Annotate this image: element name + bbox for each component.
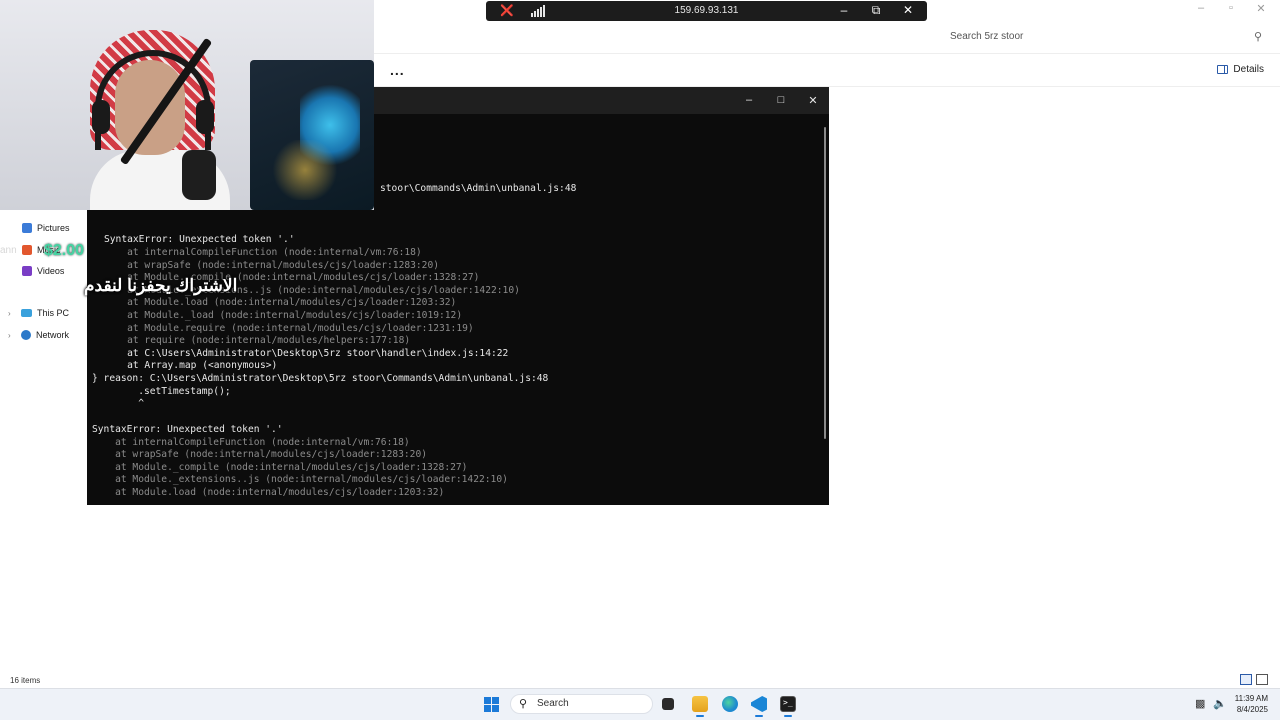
chevron-right-icon[interactable]: › [8, 309, 16, 318]
sidebar-item-label: Videos [37, 266, 65, 276]
terminal-line: at Module._extensions..js (node:internal… [92, 474, 508, 485]
chevron-right-icon[interactable]: › [8, 331, 16, 340]
sidebar-item-network[interactable]: › Network [8, 330, 69, 340]
this-pc-icon [21, 309, 32, 317]
donation-amount: $2.00 [44, 242, 85, 259]
item-count: 16 items [10, 676, 41, 685]
terminal-line: at internalCompileFunction (node:interna… [104, 247, 422, 258]
remote-window-controls: – ⧉ ✕ [837, 3, 915, 18]
details-label: Details [1233, 64, 1264, 75]
clock-time: 11:39 AM [1234, 694, 1268, 703]
overlay-faint-text: ann [0, 245, 17, 256]
remote-connection-bar: ❌ 159.69.93.131 – ⧉ ✕ [486, 1, 927, 21]
tiles-view-icon[interactable] [1256, 674, 1268, 685]
taskbar-clock[interactable]: 11:39 AM 8/4/2025 [1232, 693, 1268, 715]
network-status-icon[interactable]: ▩ [1195, 697, 1205, 710]
more-options-button[interactable]: ... [390, 62, 405, 78]
restore-icon[interactable]: ⧉ [869, 3, 883, 18]
close-icon[interactable]: ✕ [901, 3, 915, 18]
terminal-line: } reason: C:\Users\Administrator\Desktop… [92, 373, 549, 384]
network-icon [21, 330, 31, 340]
sidebar-item-pictures[interactable]: Pictures [22, 223, 70, 233]
sidebar-item-label: This PC [37, 308, 70, 318]
terminal-line: at Module._load (node:internal/modules/c… [104, 310, 463, 321]
start-button[interactable] [484, 697, 499, 712]
terminal-line: at Array.map (<anonymous>) [104, 360, 278, 371]
headset-earcup [196, 100, 214, 134]
terminal-window-controls: – □ ✕ [743, 94, 819, 107]
close-icon[interactable]: ✕ [1254, 2, 1268, 15]
sidebar-item-this-pc[interactable]: › This PC [8, 308, 69, 318]
maximize-icon[interactable]: □ [775, 94, 787, 107]
command-bar [374, 55, 1280, 87]
search-placeholder: Search 5rz stoor [950, 31, 1024, 42]
microphone-icon [182, 150, 216, 200]
terminal-line: at internalCompileFunction (node:interna… [92, 437, 410, 448]
view-switcher [1240, 674, 1268, 685]
terminal-line: SyntaxError: Unexpected token '.' [92, 424, 283, 435]
pictures-icon [22, 223, 32, 233]
edge-browser-icon[interactable] [722, 696, 738, 712]
explorer-window-controls: – ▫ ✕ [1194, 2, 1268, 15]
headset-earcup [92, 100, 110, 134]
music-icon [22, 245, 32, 255]
taskbar-search-label: Search [537, 698, 569, 709]
terminal-scrollbar[interactable] [824, 127, 826, 439]
webcam-overlay [0, 0, 374, 210]
details-view-icon[interactable] [1240, 674, 1252, 685]
terminal-line: at Module.load (node:internal/modules/cj… [92, 487, 445, 498]
taskbar-search[interactable]: ⚲ Search [510, 694, 653, 714]
sidebar-item-label: Network [36, 330, 70, 340]
active-app-indicator [696, 715, 704, 717]
search-icon: ⚲ [1253, 31, 1262, 43]
overlay-subscribe-text: الاشتراك يحفزنا لنقدم [84, 276, 238, 295]
terminal-line: stoor\Commands\Admin\unbanal.js:48 [380, 183, 577, 194]
close-icon[interactable]: ✕ [807, 94, 819, 107]
terminal-line: SyntaxError: Unexpected token '.' [104, 234, 295, 245]
sidebar-item-label: Pictures [37, 223, 70, 233]
terminal-line: at wrapSafe (node:internal/modules/cjs/l… [92, 449, 428, 460]
terminal-line: ^ [92, 398, 144, 409]
system-tray: ▩ 🔈 [1195, 697, 1227, 710]
maximize-icon[interactable]: ▫ [1224, 2, 1238, 15]
minimize-icon[interactable]: – [743, 94, 755, 107]
terminal-line: at Module._compile (node:internal/module… [92, 462, 468, 473]
terminal-line: at Module.load (node:internal/modules/cj… [104, 297, 457, 308]
webcam-rgb-glow [270, 140, 340, 200]
sidebar-item-videos[interactable]: Videos [22, 266, 64, 276]
videos-icon [22, 266, 32, 276]
clock-date: 8/4/2025 [1236, 705, 1268, 714]
terminal-line: at C:\Users\Administrator\Desktop\5rz st… [104, 348, 509, 359]
terminal-line: at Module.require (node:internal/modules… [104, 323, 474, 334]
minimize-icon[interactable]: – [837, 3, 851, 18]
terminal-line: at require (node:internal/modules/helper… [104, 335, 411, 346]
active-app-indicator [755, 715, 763, 717]
task-view-icon[interactable] [662, 698, 674, 710]
details-button[interactable]: Details [1217, 64, 1264, 75]
terminal-icon[interactable] [780, 696, 796, 712]
terminal-line: at wrapSafe (node:internal/modules/cjs/l… [104, 260, 440, 271]
file-explorer-icon[interactable] [692, 696, 708, 712]
volume-icon[interactable]: 🔈 [1213, 697, 1227, 710]
search-icon: ⚲ [519, 698, 528, 710]
minimize-icon[interactable]: – [1194, 2, 1208, 15]
search-input[interactable]: Search 5rz stoor ⚲ [940, 26, 1270, 50]
active-app-indicator [784, 715, 792, 717]
terminal-line: .setTimestamp(); [92, 386, 231, 397]
details-pane-icon [1217, 65, 1229, 74]
